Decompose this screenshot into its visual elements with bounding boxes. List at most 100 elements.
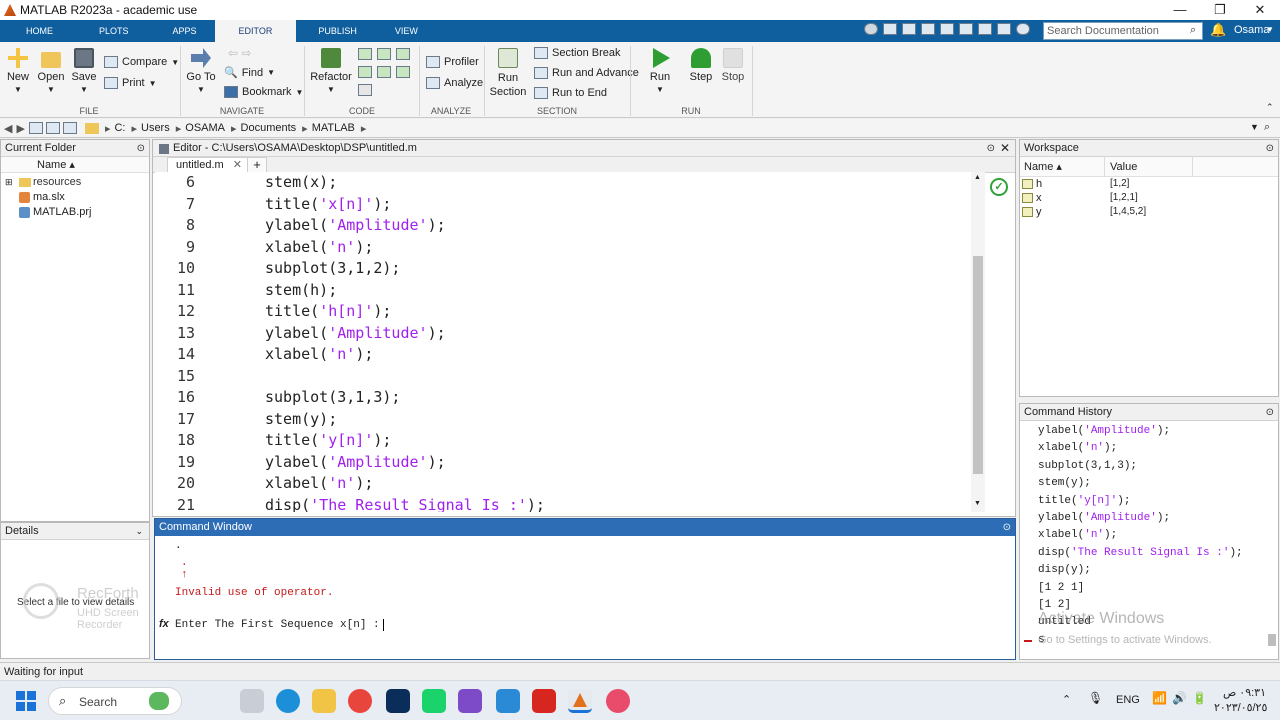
list-item[interactable]: ma.slx xyxy=(1,190,149,205)
comment-icon[interactable] xyxy=(358,48,372,60)
history-item[interactable]: xlabel('n'); xyxy=(1038,529,1117,541)
find-button[interactable]: 🔍 Find ▼ xyxy=(224,66,275,80)
refactor-button[interactable]: Refactor ▼ xyxy=(310,48,352,95)
line-number[interactable]: 14 xyxy=(155,344,195,365)
path-matlab[interactable]: MATLAB xyxy=(312,122,355,134)
help-icon[interactable] xyxy=(1016,23,1030,35)
path-osama[interactable]: OSAMA xyxy=(185,122,225,134)
task-view-icon[interactable] xyxy=(240,689,264,713)
list-item[interactable]: MATLAB.prj xyxy=(1,205,149,220)
address-dropdown-icon[interactable]: ▼ xyxy=(1250,122,1259,132)
tab-home[interactable]: HOME xyxy=(0,20,71,42)
chrome-browser-icon[interactable] xyxy=(348,689,372,713)
close-tab-icon[interactable]: ✕ xyxy=(233,159,242,171)
screen-recorder-icon[interactable] xyxy=(606,689,630,713)
volume-icon[interactable]: 🔊 xyxy=(1172,691,1187,705)
cut-icon[interactable] xyxy=(902,23,916,35)
panel-menu-icon[interactable]: ⊙ xyxy=(1266,140,1274,157)
history-item[interactable]: [1 2 1] xyxy=(1038,582,1084,594)
line-number[interactable]: 19 xyxy=(155,452,195,473)
editor-scrollbar[interactable]: ▲ ▼ xyxy=(971,172,985,512)
maximize-button[interactable]: ❐ xyxy=(1200,0,1240,20)
tab-editor[interactable]: EDITOR xyxy=(214,20,297,42)
path-documents[interactable]: Documents xyxy=(241,122,297,134)
stop-button[interactable]: Stop xyxy=(718,48,748,83)
paste-icon[interactable] xyxy=(940,23,954,35)
expand-icon[interactable]: ⊞ xyxy=(5,175,13,190)
tab-plots[interactable]: PLOTS xyxy=(71,20,147,42)
value-column-header[interactable]: Value xyxy=(1110,157,1137,177)
show-hidden-icons-icon[interactable]: ⌃ xyxy=(1062,693,1071,706)
vs-code-icon[interactable] xyxy=(496,689,520,713)
tab-untitled-m[interactable]: untitled.m ✕ xyxy=(167,157,251,173)
battery-icon[interactable]: 🔋 xyxy=(1192,691,1207,705)
collapse-ribbon-icon[interactable]: ⌃ xyxy=(1266,102,1274,113)
list-item[interactable]: ⊞ resources xyxy=(1,175,149,190)
save-button[interactable]: Save ▼ xyxy=(70,48,98,95)
scrollbar-thumb[interactable] xyxy=(973,256,983,474)
indent-icon[interactable] xyxy=(358,66,372,78)
run-section-button[interactable]: Run Section xyxy=(488,48,528,99)
print-button[interactable]: Print ▼ xyxy=(104,77,157,89)
browse-folder-icon[interactable] xyxy=(45,122,60,134)
acrobat-icon[interactable] xyxy=(532,689,556,713)
microphone-icon[interactable]: 🎙 xyxy=(1088,691,1103,705)
table-row[interactable]: h [1,2] xyxy=(1020,177,1278,191)
section-break-button[interactable]: Section Break xyxy=(534,47,620,59)
smart-indent-icon[interactable] xyxy=(377,66,391,78)
line-number[interactable]: 10 xyxy=(155,258,195,279)
run-to-end-button[interactable]: Run to End xyxy=(534,87,607,99)
line-number[interactable]: 16 xyxy=(155,387,195,408)
history-item[interactable]: xlabel('n'); xyxy=(1038,442,1117,454)
language-indicator[interactable]: ENG xyxy=(1116,694,1140,706)
line-number[interactable]: 7 xyxy=(155,194,195,215)
scroll-down-icon[interactable]: ▼ xyxy=(974,500,981,507)
notification-icon[interactable]: 🔔 xyxy=(1210,22,1226,38)
matlab-taskbar-icon[interactable] xyxy=(568,689,592,713)
new-tab-button[interactable]: + xyxy=(247,157,267,173)
clock-time[interactable]: ٠٩:٣١ ص xyxy=(1214,686,1266,699)
code-area[interactable]: 6 stem(x); 7 title('x[n]'); 8 ylabel('Amplitu… xyxy=(155,172,985,512)
settings-icon[interactable] xyxy=(864,23,878,35)
redo-icon[interactable] xyxy=(978,23,992,35)
code-analyzer-ok-icon[interactable]: ✓ xyxy=(990,178,1008,196)
line-number[interactable]: 9 xyxy=(155,237,195,258)
undo-icon[interactable] xyxy=(959,23,973,35)
path-drive[interactable]: C: xyxy=(114,122,125,134)
collapse-icon[interactable]: ⌄ xyxy=(135,523,143,540)
history-item[interactable]: disp(y); xyxy=(1038,564,1091,576)
step-button[interactable]: Step xyxy=(686,48,716,83)
panel-menu-icon[interactable]: ⊙ xyxy=(137,140,145,157)
minimize-button[interactable]: — xyxy=(1160,0,1200,20)
back-arrow-icon[interactable]: ◀ xyxy=(4,122,12,135)
name-column-header[interactable]: Name ▴ xyxy=(1,157,149,173)
history-item[interactable]: disp('The Result Signal Is :'); xyxy=(1038,547,1243,559)
line-number[interactable]: 20 xyxy=(155,473,195,494)
line-number[interactable]: 11 xyxy=(155,280,195,301)
history-item[interactable]: ylabel('Amplitude'); xyxy=(1038,512,1170,524)
compare-button[interactable]: Compare ▼ xyxy=(104,56,179,68)
new-button[interactable]: New ▼ xyxy=(4,48,32,95)
command-prompt[interactable]: Enter The First Sequence x[n] : xyxy=(175,619,391,631)
history-item[interactable]: ylabel('Amplitude'); xyxy=(1038,425,1170,437)
function-browser-icon[interactable]: fx xyxy=(159,618,169,630)
pycharm-icon[interactable] xyxy=(422,689,446,713)
line-number[interactable]: 15 xyxy=(155,366,195,387)
windows-start-icon[interactable] xyxy=(14,689,38,713)
line-number[interactable]: 12 xyxy=(155,301,195,322)
panel-menu-icon[interactable]: ⊙ xyxy=(1266,404,1274,421)
refresh-folder-icon[interactable] xyxy=(62,122,77,134)
analyze-button[interactable]: Analyze xyxy=(426,77,483,89)
save-icon[interactable] xyxy=(883,23,897,35)
taskbar-search-box[interactable]: ⌕ Search xyxy=(48,687,182,715)
table-row[interactable]: y [1,4,5,2] xyxy=(1020,205,1278,219)
line-number[interactable]: 6 xyxy=(155,172,195,193)
wifi-icon[interactable]: 📶 xyxy=(1152,691,1167,705)
history-item[interactable]: title('y[n]'); xyxy=(1038,495,1130,507)
history-item[interactable]: stem(y); xyxy=(1038,477,1091,489)
search-icon[interactable]: ⌕ xyxy=(1190,24,1196,37)
line-number[interactable]: 13 xyxy=(155,323,195,344)
copy-icon[interactable] xyxy=(921,23,935,35)
line-number[interactable]: 21 xyxy=(155,495,195,513)
open-button[interactable]: Open ▼ xyxy=(36,48,66,95)
